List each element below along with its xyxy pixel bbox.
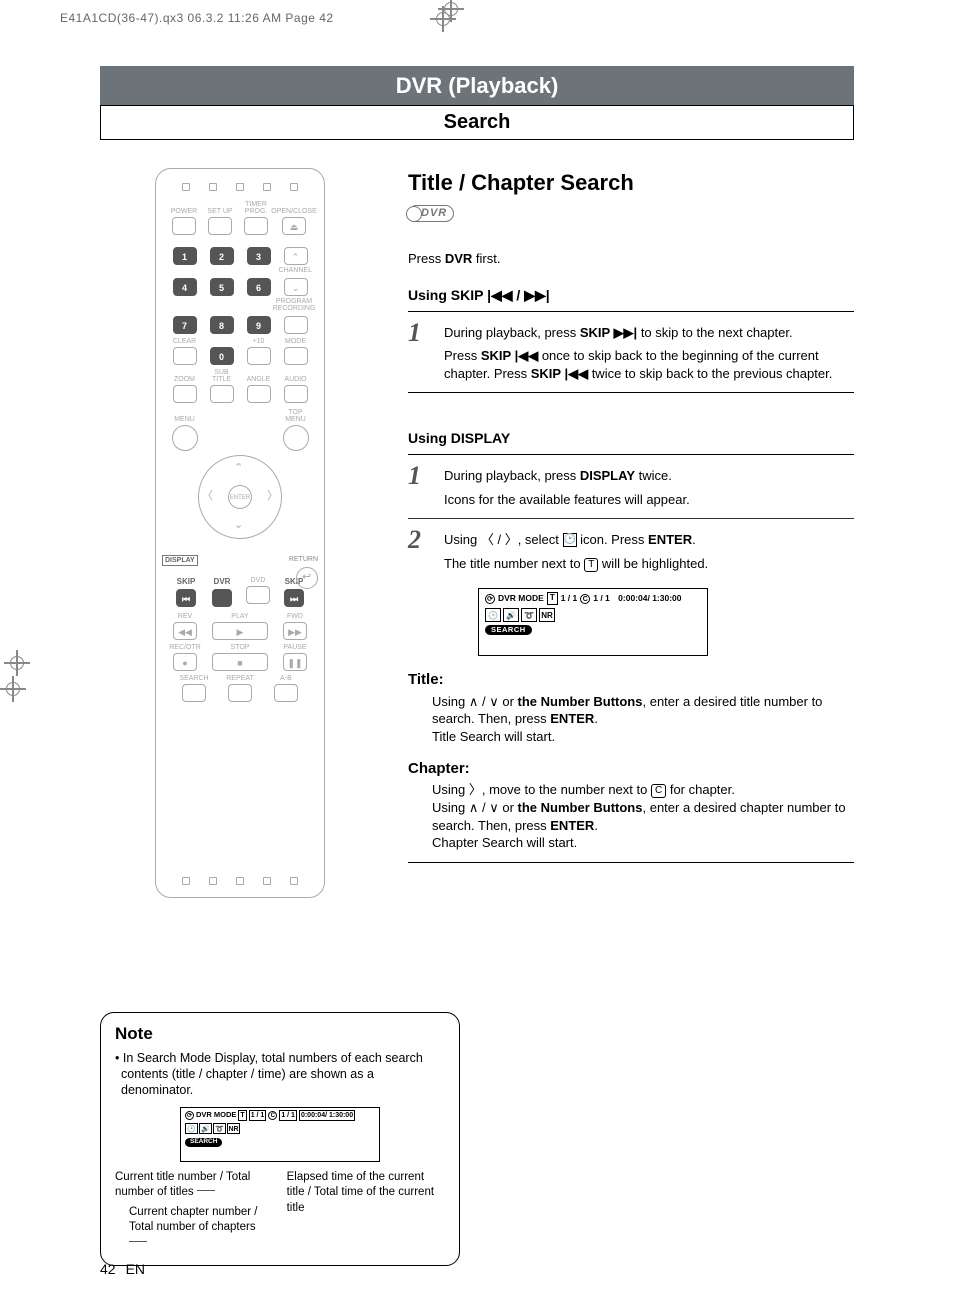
using-skip-heading: Using SKIP |◀◀ / ▶▶|	[408, 286, 854, 305]
section-subbanner: Search	[100, 105, 854, 140]
title-block: Title: Using ∧ / ∨ or the Number Buttons…	[408, 670, 854, 745]
using-display-heading: Using DISPLAY	[408, 429, 854, 448]
step-number: 1	[408, 463, 432, 514]
section-banner: DVR (Playback)	[100, 66, 854, 106]
step-text: During playback, press SKIP ▶▶| to skip …	[444, 320, 854, 389]
step-text: During playback, press DISPLAY twice. Ic…	[444, 463, 854, 514]
crop-mark-left	[4, 650, 30, 676]
crop-mark-right	[0, 676, 26, 702]
section-title: Title / Chapter Search	[408, 168, 854, 198]
intro-text: Press DVR first.	[408, 250, 854, 268]
t-icon: T	[584, 558, 598, 572]
step-text: Using 〈 / 〉, select icon. Press ENTER. T…	[444, 527, 854, 578]
step-number: 2	[408, 527, 432, 578]
c-icon: C	[651, 784, 666, 798]
page: E41A1CD(36-47).qx3 06.3.2 11:26 AM Page …	[0, 0, 954, 1315]
clock-icon	[563, 533, 577, 547]
remote-illustration: POWER SET UP TIMER PROG. OPEN/CLOSE⏏ 1 2…	[155, 168, 325, 898]
crop-mark-bottom	[438, 0, 464, 22]
page-number: 42EN	[100, 1260, 145, 1279]
print-meta: E41A1CD(36-47).qx3 06.3.2 11:26 AM Page …	[60, 10, 334, 26]
note-osd: ⟳DVR MODE T1 / 1 C1 / 1 0:00:04/ 1:30:00…	[180, 1107, 380, 1162]
note-box: Note • In Search Mode Display, total num…	[100, 1012, 460, 1266]
osd-display: ⟳DVR MODE T1 / 1 C1 / 1 0:00:04/ 1:30:00…	[478, 588, 708, 656]
chapter-block: Chapter: Using 〉, move to the number nex…	[408, 759, 854, 851]
step-number: 1	[408, 320, 432, 389]
dvr-badge-icon: DVR	[408, 205, 454, 222]
